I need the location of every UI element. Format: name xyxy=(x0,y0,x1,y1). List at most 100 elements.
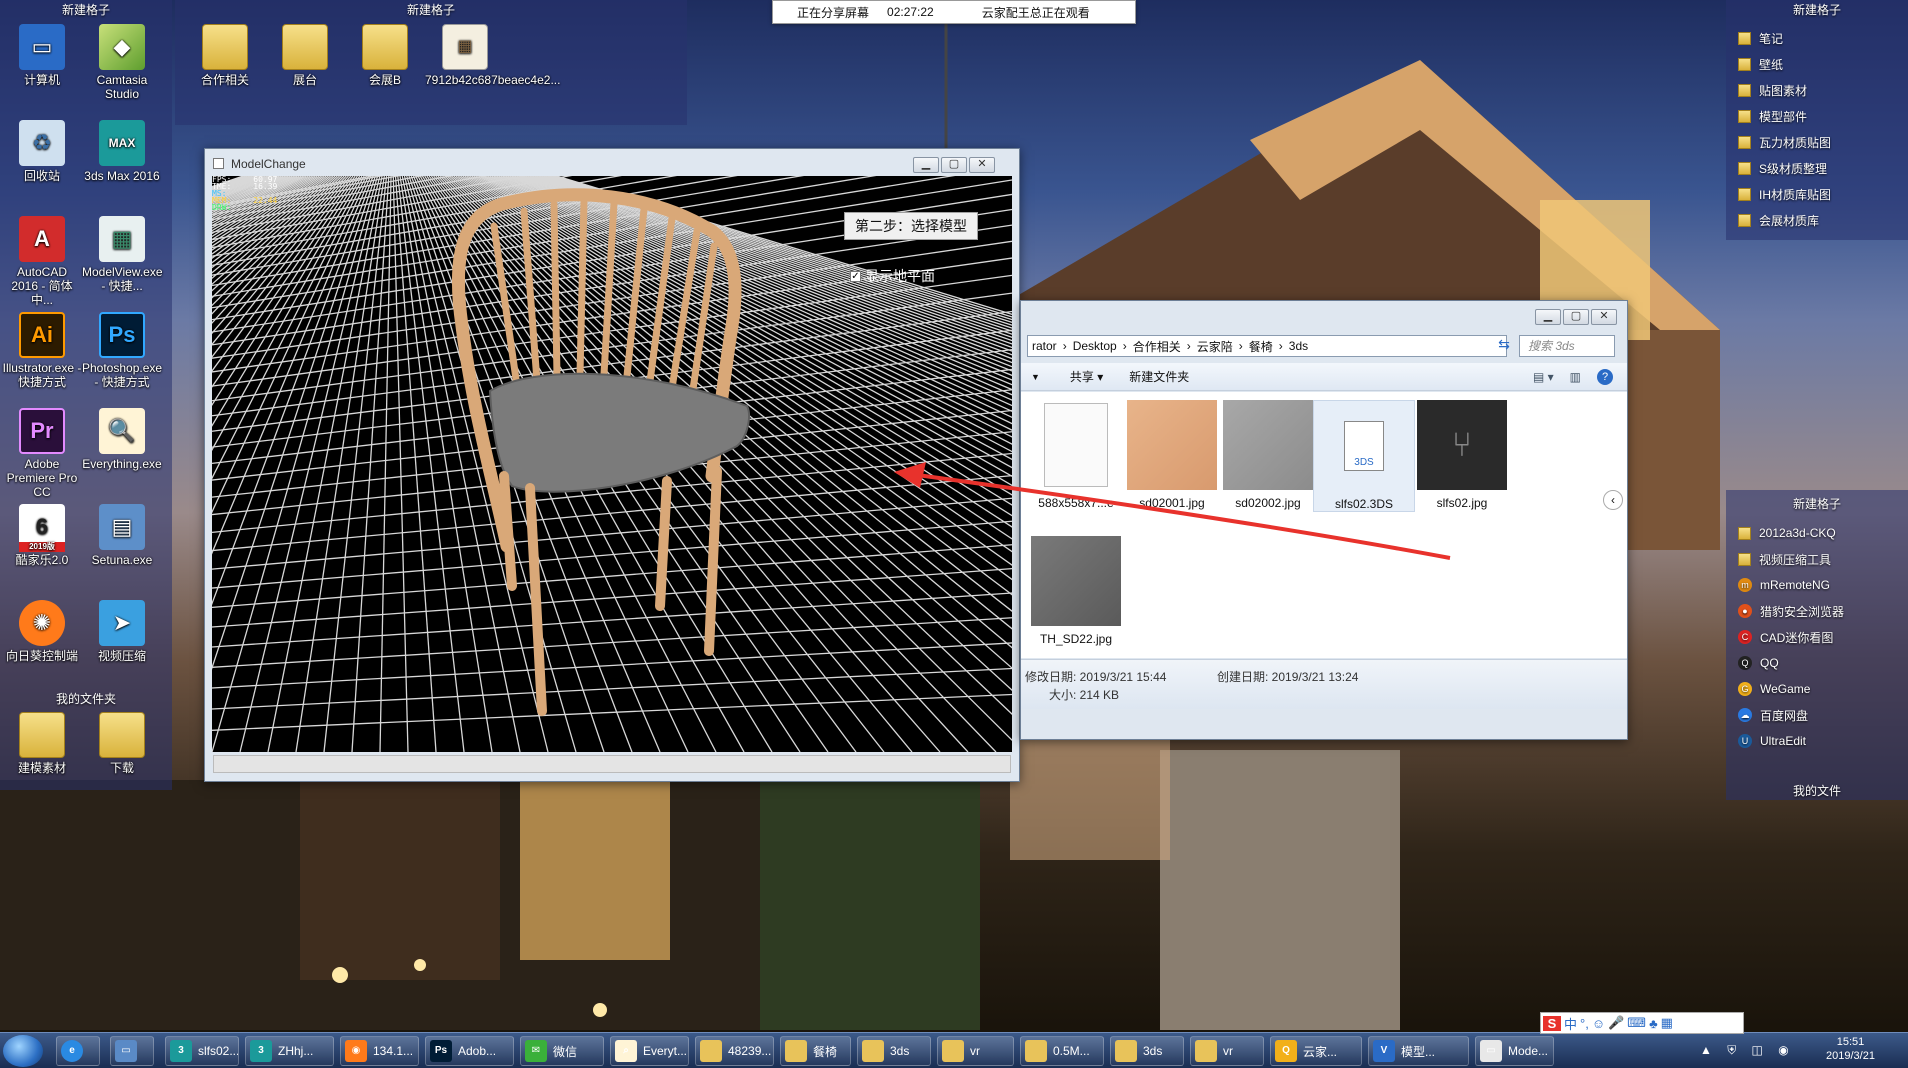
tray-icons[interactable]: ▲ ⛨ ◫ ◉ xyxy=(1700,1043,1795,1058)
list-item[interactable]: 壁纸 xyxy=(1738,51,1898,77)
image-file-desktop-icon[interactable]: ▦ 7912b42c687beaec4e2... xyxy=(425,24,560,87)
photoshop-desktop-icon[interactable]: Ps Photoshop.exe - 快捷方式 xyxy=(82,312,162,389)
wegame-icon: G xyxy=(1738,682,1752,696)
ime-toolbar[interactable]: S 中 °, ☺ 🎤 ⌨ ♣ ▦ xyxy=(1540,1012,1744,1034)
sunflower-desktop-icon[interactable]: ✺ 向日葵控制端 xyxy=(2,600,82,663)
list-item[interactable]: 瓦力材质贴图 xyxy=(1738,129,1898,155)
list-item[interactable]: ☁ 百度网盘 xyxy=(1738,702,1898,728)
setuna-desktop-icon[interactable]: ▤ Setuna.exe xyxy=(82,504,162,567)
list-item[interactable]: 模型部件 xyxy=(1738,103,1898,129)
breadcrumb-item[interactable]: 云家陪 xyxy=(1197,338,1233,355)
window-titlebar[interactable]: ModelChange ▁ ▢ ✕ xyxy=(205,149,1019,177)
checkbox-box[interactable]: ✓ xyxy=(850,270,861,282)
camtasia-desktop-icon[interactable]: ◆ Camtasia Studio xyxy=(82,24,162,101)
preview-pane-icon[interactable]: ▥ xyxy=(1570,370,1581,384)
taskbar-item[interactable]: ✉ 微信 xyxy=(520,1036,604,1066)
emoji-icon[interactable]: ☺ xyxy=(1592,1016,1605,1031)
collapse-pane-button[interactable]: ‹ xyxy=(1603,490,1623,510)
taskbar-item[interactable]: ▭ Mode... xyxy=(1475,1036,1554,1066)
video-compress-desktop-icon[interactable]: ➤ 视频压缩 xyxy=(82,600,162,663)
explorer-titlebar[interactable]: ▁ ▢ ✕ xyxy=(1021,301,1627,331)
breadcrumb-item[interactable]: 3ds xyxy=(1289,339,1308,353)
taskbar-item[interactable]: 3ds xyxy=(857,1036,931,1066)
list-item[interactable]: ● 猎豹安全浏览器 xyxy=(1738,598,1898,624)
taskbar-item[interactable]: V 模型... xyxy=(1368,1036,1469,1066)
recycle-bin-desktop-icon[interactable]: ♻ 回收站 xyxy=(2,120,82,183)
taskbar-item[interactable]: 3 slfs02... xyxy=(165,1036,239,1066)
taskbar-item[interactable]: 餐椅 xyxy=(780,1036,851,1066)
taskbar-item[interactable]: vr xyxy=(937,1036,1014,1066)
taskbar-item[interactable]: 3 ZHhj... xyxy=(245,1036,334,1066)
address-bar[interactable]: rator › Desktop › 合作相关 › 云家陪 › 餐椅 › 3ds xyxy=(1027,335,1507,357)
help-icon[interactable]: ? xyxy=(1597,368,1613,385)
list-item[interactable]: G WeGame xyxy=(1738,676,1898,702)
list-item[interactable]: 会展材质库 xyxy=(1738,207,1898,233)
breadcrumb-item[interactable]: Desktop xyxy=(1073,339,1117,353)
new-folder-button[interactable]: 新建文件夹 xyxy=(1129,368,1189,385)
breadcrumb-item[interactable]: rator xyxy=(1032,339,1057,353)
kujiale-desktop-icon[interactable]: 6 2019版 酷家乐2.0 xyxy=(2,504,82,567)
close-button[interactable]: ✕ xyxy=(969,157,995,173)
computer-desktop-icon[interactable]: ▭ 计算机 xyxy=(2,24,82,87)
search-input[interactable]: 搜索 3ds xyxy=(1519,335,1615,357)
breadcrumb-item[interactable]: 合作相关 xyxy=(1133,338,1181,355)
maximize-button[interactable]: ▢ xyxy=(1563,309,1589,325)
modelview-desktop-icon[interactable]: ▦ ModelView.exe - 快捷... xyxy=(82,216,163,293)
list-item[interactable]: C CAD迷你看图 xyxy=(1738,624,1898,650)
taskbar-item-label: vr xyxy=(970,1044,980,1058)
taskbar-item[interactable]: vr xyxy=(1190,1036,1264,1066)
ime-mode[interactable]: 中 xyxy=(1564,1014,1577,1033)
keyboard-icon[interactable]: ⌨ xyxy=(1627,1015,1646,1031)
list-item[interactable]: Q QQ xyxy=(1738,650,1898,676)
share-menu[interactable]: 共享 ▾ xyxy=(1070,368,1103,385)
close-button[interactable]: ✕ xyxy=(1591,309,1617,325)
list-item[interactable]: S级材质整理 xyxy=(1738,155,1898,181)
status-strip xyxy=(213,755,1011,773)
show-ground-checkbox[interactable]: ✓ 显示地平面 xyxy=(850,266,935,286)
skin-icon[interactable]: ♣ xyxy=(1649,1016,1658,1031)
cooperation-folder[interactable]: 合作相关 xyxy=(185,24,265,87)
taskbar-item[interactable]: 48239... xyxy=(695,1036,774,1066)
taskbar-item[interactable]: ◉ 134.1... xyxy=(340,1036,419,1066)
microphone-icon[interactable]: 🎤 xyxy=(1608,1015,1624,1031)
list-item[interactable]: 2012a3d-CKQ xyxy=(1738,520,1898,546)
view-options-icon[interactable]: ▤ ▾ xyxy=(1533,370,1554,384)
list-item[interactable]: 贴图素材 xyxy=(1738,77,1898,103)
expo-b-folder[interactable]: 会展B xyxy=(345,24,425,87)
minimize-button[interactable]: ▁ xyxy=(1535,309,1561,325)
list-item[interactable]: 视频压缩工具 xyxy=(1738,546,1898,572)
modeling-material-folder[interactable]: 建模素材 xyxy=(2,712,82,775)
premiere-desktop-icon[interactable]: Pr Adobe Premiere Pro CC xyxy=(2,408,82,499)
pinned-browser[interactable]: e xyxy=(56,1036,100,1066)
select-model-button[interactable]: 第二步：选择模型 xyxy=(844,212,978,240)
pinned-explorer[interactable]: ▭ xyxy=(110,1036,154,1066)
taskbar-item[interactable]: 0.5M... xyxy=(1020,1036,1104,1066)
taskbar-item[interactable]: ⌕ Everyt... xyxy=(610,1036,689,1066)
illustrator-desktop-icon[interactable]: Ai Illustrator.exe - 快捷方式 xyxy=(2,312,82,389)
clock-date: 2019/3/21 xyxy=(1826,1050,1875,1062)
taskbar-item[interactable]: Ps Adob... xyxy=(425,1036,514,1066)
download-folder[interactable]: 下载 xyxy=(82,712,162,775)
taskbar-item[interactable]: Q 云家... xyxy=(1270,1036,1362,1066)
list-item[interactable]: m mRemoteNG xyxy=(1738,572,1898,598)
clock[interactable]: 15:51 2019/3/21 xyxy=(1826,1035,1875,1063)
maximize-button[interactable]: ▢ xyxy=(941,157,967,173)
start-button[interactable] xyxy=(3,1035,43,1067)
list-item[interactable]: 笔记 xyxy=(1738,25,1898,51)
3dsmax-desktop-icon[interactable]: MAX 3ds Max 2016 xyxy=(82,120,162,183)
kujiale-badge: 2019版 xyxy=(19,542,65,552)
breadcrumb-item[interactable]: 餐椅 xyxy=(1249,338,1273,355)
punctuation-icon[interactable]: °, xyxy=(1580,1016,1589,1031)
list-item[interactable]: IH材质库贴图 xyxy=(1738,181,1898,207)
taskbar-item-label: 3ds xyxy=(1143,1044,1163,1058)
booth-folder[interactable]: 展台 xyxy=(265,24,345,87)
taskbar-item[interactable]: 3ds xyxy=(1110,1036,1184,1066)
desktop-grid-left xyxy=(0,0,172,790)
folder-icon xyxy=(1738,161,1751,175)
list-item[interactable]: U UltraEdit xyxy=(1738,728,1898,754)
refresh-button[interactable]: ⇆ xyxy=(1493,336,1515,356)
autocad-desktop-icon[interactable]: A AutoCAD 2016 - 简体中... xyxy=(2,216,82,307)
everything-desktop-icon[interactable]: 🔍 Everything.exe xyxy=(82,408,162,471)
minimize-button[interactable]: ▁ xyxy=(913,157,939,173)
tools-icon[interactable]: ▦ xyxy=(1661,1015,1673,1031)
